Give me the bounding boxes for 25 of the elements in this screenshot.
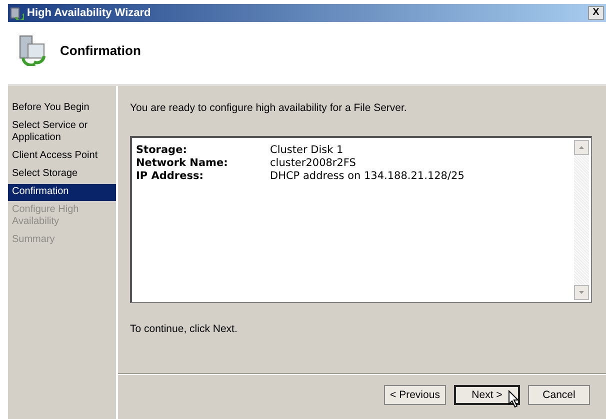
server-icon (18, 34, 48, 66)
step-item[interactable]: Select Service or Application (8, 118, 116, 147)
detail-value: cluster2008r2FS (270, 157, 356, 170)
step-item[interactable]: Confirmation (8, 184, 116, 201)
step-item[interactable]: Before You Begin (8, 100, 116, 117)
window-title: High Availability Wizard (27, 7, 152, 19)
step-item[interactable]: Select Storage (8, 166, 116, 183)
page-title: Confirmation (60, 42, 141, 58)
intro-text: You are ready to configure high availability for a File Server. (130, 102, 408, 114)
step-item[interactable]: Client Access Point (8, 148, 116, 165)
detail-label: Storage: (136, 144, 188, 157)
detail-value: DHCP address on 134.188.21.128/25 (270, 170, 464, 183)
scroll-up-icon[interactable] (574, 140, 589, 155)
scroll-down-icon[interactable] (574, 285, 589, 300)
detail-label: IP Address: (136, 170, 204, 183)
instruction-text: To continue, click Next. (130, 323, 238, 335)
cluster-icon (10, 6, 24, 20)
close-button[interactable]: X (588, 6, 604, 20)
detail-label: Network Name: (136, 157, 229, 170)
scrollbar[interactable] (574, 140, 589, 300)
wizard-button[interactable]: Cancel (528, 385, 590, 405)
wizard-button[interactable]: Next > (454, 385, 520, 405)
cursor-icon (508, 390, 520, 408)
detail-value: Cluster Disk 1 (270, 144, 344, 157)
wizard-button[interactable]: < Previous (384, 385, 446, 405)
